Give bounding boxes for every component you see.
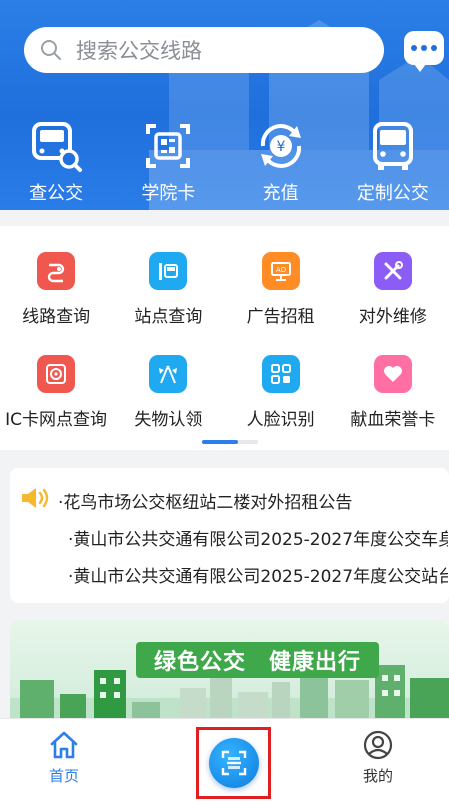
face-grid-icon	[261, 355, 300, 393]
function-label: 人脸识别	[246, 410, 315, 430]
function-ad-rental[interactable]: AD 广告招租	[225, 252, 337, 355]
quick-action-label: 定制公交	[356, 183, 429, 204]
notice-item[interactable]: ·黄山市公共交通有限公司2025-2027年度公交站台广告	[68, 562, 448, 587]
message-button[interactable]	[404, 31, 444, 72]
quick-action-label: 学院卡	[141, 183, 196, 204]
function-label: 失物认领	[134, 410, 203, 430]
svg-text:¥: ¥	[276, 139, 285, 155]
quick-action-label: 充值	[262, 183, 299, 204]
quick-action-check-bus[interactable]: 查公交	[0, 118, 112, 208]
quick-action-label: 查公交	[29, 183, 84, 204]
flags-icon	[149, 355, 188, 393]
bottom-tab-bar: 首页 我的	[0, 718, 449, 802]
bus-search-icon	[32, 122, 83, 172]
quick-action-recharge[interactable]: ¥ 充值	[225, 118, 337, 208]
tab-mine[interactable]: 我的	[362, 729, 394, 786]
function-stop-query[interactable]: 站点查询	[112, 252, 224, 355]
speaker-icon	[22, 488, 49, 508]
function-route-query[interactable]: 线路查询	[0, 252, 112, 355]
function-grid: 线路查询 站点查询 AD 广告招租 对外维修 IC卡网点查询 失物认领 人脸识别…	[0, 226, 449, 458]
function-label: 对外维修	[358, 307, 427, 327]
scan-button[interactable]	[208, 738, 259, 788]
promo-banner[interactable]: 绿色公交 健康出行	[10, 620, 449, 730]
quick-action-college-card[interactable]: 学院卡	[112, 118, 224, 208]
scan-code-icon	[221, 750, 246, 776]
tab-label: 我的	[362, 767, 393, 785]
user-icon	[363, 730, 393, 760]
quick-actions: 查公交 学院卡 ¥ 充值 定制公交	[0, 118, 449, 208]
search-icon	[41, 40, 61, 60]
svg-text:AD: AD	[276, 266, 286, 274]
route-icon	[37, 252, 76, 290]
tab-home[interactable]: 首页	[48, 729, 80, 786]
dot	[431, 45, 437, 51]
bus-stop-icon	[149, 252, 188, 290]
header-banner: 搜索公交线路 查公交 学院卡 ¥ 充值 定制公交	[0, 0, 449, 210]
heart-icon	[373, 355, 412, 393]
yuan-recharge-icon: ¥	[260, 124, 301, 168]
tab-label: 首页	[48, 767, 79, 785]
scan-button-highlight[interactable]	[196, 727, 271, 799]
home-icon	[50, 731, 78, 759]
notice-item[interactable]: ·黄山市公共交通有限公司2025-2027年度公交车身广告	[68, 525, 448, 550]
notice-card: ·花鸟市场公交枢纽站二楼对外招租公告 ·黄山市公共交通有限公司2025-2027…	[10, 468, 449, 603]
function-label: 献血荣誉卡	[350, 410, 436, 430]
bus-icon	[372, 122, 413, 170]
ic-card-icon	[37, 355, 76, 393]
function-label: 广告招租	[246, 307, 315, 327]
function-repair[interactable]: 对外维修	[337, 252, 449, 355]
function-grid-card: 线路查询 站点查询 AD 广告招租 对外维修 IC卡网点查询 失物认领 人脸识别…	[0, 226, 449, 450]
function-label: IC卡网点查询	[5, 410, 108, 430]
page-indicator	[202, 440, 258, 444]
function-label: 站点查询	[134, 307, 203, 327]
notice-item[interactable]: ·花鸟市场公交枢纽站二楼对外招租公告	[58, 488, 448, 513]
card-qr-icon	[146, 124, 191, 168]
dot	[421, 45, 427, 51]
tools-icon	[373, 252, 412, 290]
function-ic-card-outlets[interactable]: IC卡网点查询	[0, 355, 112, 458]
billboard-icon: AD	[261, 252, 300, 290]
function-label: 线路查询	[22, 307, 91, 327]
quick-action-custom-bus[interactable]: 定制公交	[337, 118, 449, 208]
dot	[411, 45, 417, 51]
search-bar[interactable]: 搜索公交线路	[24, 27, 384, 73]
function-blood-donation-card[interactable]: 献血荣誉卡	[337, 355, 449, 458]
search-placeholder: 搜索公交线路	[76, 39, 202, 63]
banner-slogan: 绿色公交 健康出行	[136, 642, 380, 678]
page-indicator-active	[202, 440, 238, 444]
